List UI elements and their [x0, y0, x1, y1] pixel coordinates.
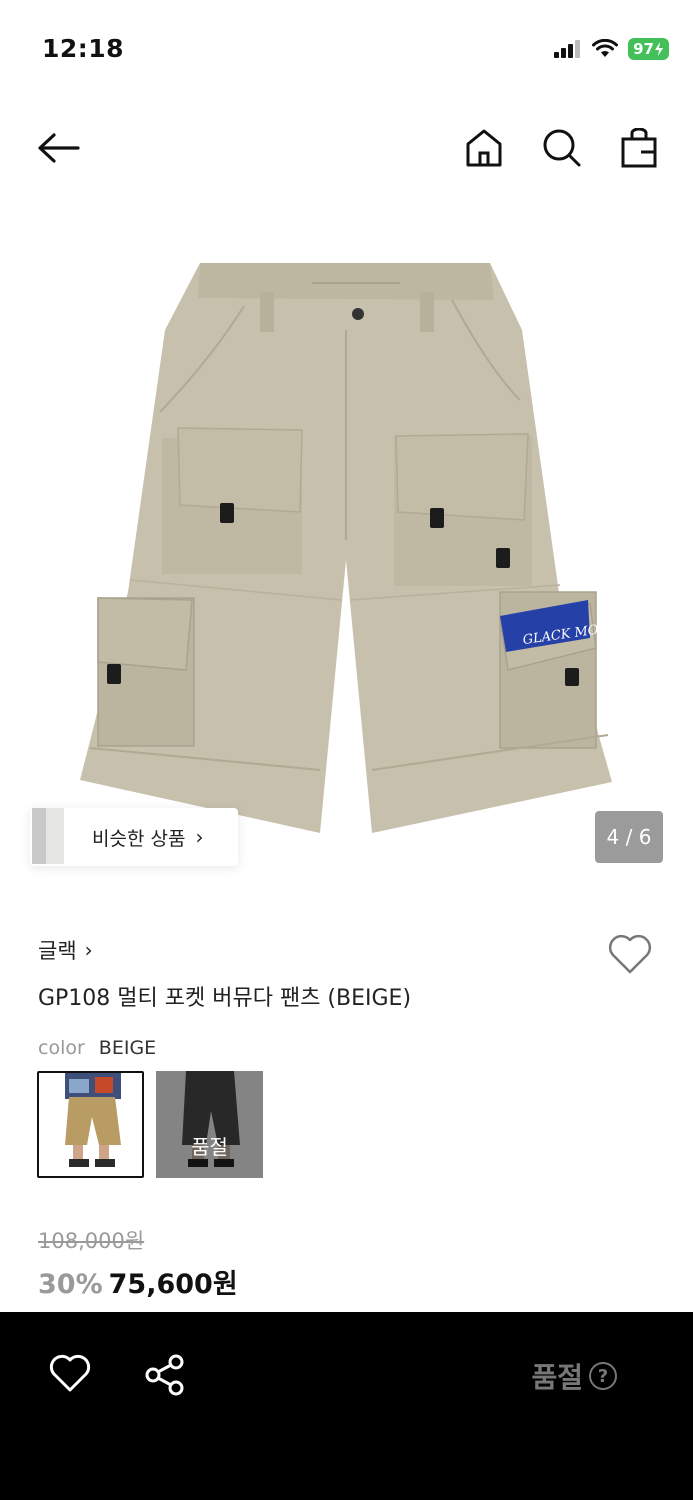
soldout-button[interactable]: 품절: [531, 1356, 583, 1396]
shopping-bag-icon: [621, 128, 657, 168]
color-label: color: [38, 1037, 85, 1059]
charging-bolt-icon: [655, 42, 663, 56]
status-icons: 97: [554, 38, 669, 60]
swatch-beige-image: [39, 1073, 142, 1176]
product-image-gallery[interactable]: GLACK MOT: [0, 200, 693, 900]
similar-products-button[interactable]: 비슷한 상품 ›: [30, 808, 238, 866]
product-image: GLACK MOT: [80, 263, 612, 833]
image-page-indicator: 4 / 6: [595, 811, 663, 863]
wifi-icon: [592, 39, 619, 57]
price-row: 30% 75,600원: [38, 1262, 238, 1301]
brand-link[interactable]: 글랙 ›: [38, 935, 93, 965]
status-time: 12:18: [42, 34, 125, 63]
chevron-right-icon: ›: [195, 825, 204, 849]
bottom-action-bar: 품절 ?: [0, 1312, 693, 1500]
similar-products-thumbnails: [32, 808, 72, 866]
product-title: GP108 멀티 포켓 버뮤다 팬츠 (BEIGE): [38, 986, 412, 1011]
color-value: BEIGE: [98, 1037, 157, 1059]
similar-thumb-2: [46, 808, 64, 864]
wishlist-heart-icon[interactable]: [607, 932, 653, 976]
home-button[interactable]: [462, 126, 506, 170]
heart-icon[interactable]: [48, 1352, 92, 1396]
color-swatch-charcoal[interactable]: 품절: [156, 1071, 263, 1178]
battery-level: 97: [633, 40, 654, 58]
brand-name: 글랙: [38, 939, 77, 963]
top-navigation: [0, 112, 693, 184]
battery-indicator: 97: [628, 38, 669, 60]
original-price: 108,000원: [38, 1229, 145, 1253]
search-icon: [543, 129, 581, 167]
shopping-bag-button[interactable]: [617, 126, 661, 170]
home-icon: [466, 129, 502, 167]
back-button[interactable]: [36, 126, 80, 170]
help-icon[interactable]: ?: [589, 1362, 617, 1390]
sale-price: 75,600원: [108, 1269, 238, 1300]
search-button[interactable]: [540, 126, 584, 170]
color-swatches: 품절: [37, 1071, 263, 1178]
discount-rate: 30%: [38, 1269, 103, 1300]
share-icon[interactable]: [142, 1352, 188, 1398]
cellular-signal-icon: [554, 40, 581, 58]
back-arrow-icon: [38, 133, 80, 163]
color-option-row: color BEIGE: [38, 1037, 156, 1059]
chevron-right-icon: ›: [84, 938, 93, 962]
swatch-soldout-label: 품절: [156, 1071, 263, 1178]
similar-products-label: 비슷한 상품: [92, 827, 186, 850]
color-swatch-beige[interactable]: [37, 1071, 144, 1178]
status-bar: 12:18 97: [0, 0, 693, 100]
